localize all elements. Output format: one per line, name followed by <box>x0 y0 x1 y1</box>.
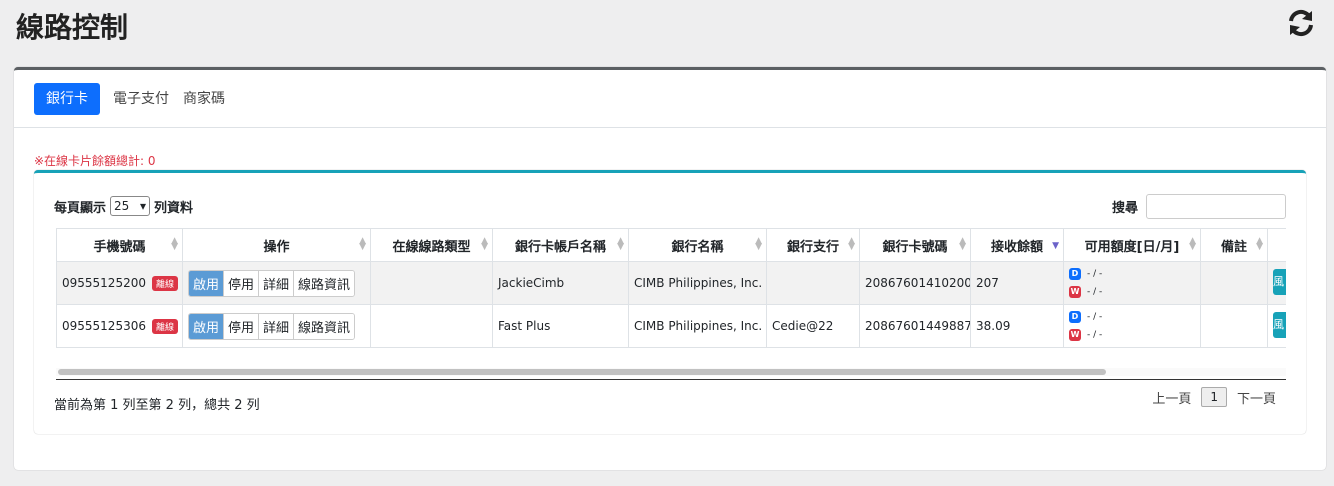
chevron-down-icon: ▾ <box>139 199 147 213</box>
sort-desc-icon: ▼ <box>1052 241 1059 251</box>
pagination: 上一頁 1 下一頁 <box>1142 387 1286 407</box>
table-bottom-border <box>56 379 1286 380</box>
sort-icon: ▲ ▼ <box>617 236 624 252</box>
enable-button[interactable]: 啟用 <box>189 270 225 296</box>
sort-icon: ▲ ▼ <box>359 236 366 252</box>
offline-badge: 離線 <box>151 275 178 291</box>
sort-icon: ▲ ▼ <box>755 236 762 252</box>
search-control: 搜尋 <box>1112 194 1286 219</box>
daily-limit: - / - <box>1087 312 1103 322</box>
cell-branch: Cedie@22 <box>766 304 860 348</box>
cell-extra: 風 <box>1267 304 1286 348</box>
disable-button[interactable]: 停用 <box>224 313 260 339</box>
table-info: 當前為第 1 列至第 2 列，總共 2 列 <box>54 398 260 413</box>
col-card-no[interactable]: 銀行卡號碼 ▲ ▼ <box>859 228 971 262</box>
tab-bar: 銀行卡 電子支付 商家碼 <box>34 83 232 115</box>
cell-line-type <box>370 304 493 348</box>
col-account-name[interactable]: 銀行卡帳戶名稱 ▲ ▼ <box>492 228 629 262</box>
col-branch[interactable]: 銀行支行 ▲ ▼ <box>766 228 860 262</box>
scrollbar-thumb[interactable] <box>58 369 1106 375</box>
cell-branch <box>766 261 860 305</box>
disable-button[interactable]: 停用 <box>224 270 260 296</box>
sort-icon: ▲ ▼ <box>959 236 966 252</box>
table-row: 09555125200 離線 啟用 停用 詳細 線路資訊 JackieCimb C… <box>56 261 1286 305</box>
current-page-button[interactable]: 1 <box>1201 387 1227 407</box>
cell-line-type <box>370 261 493 305</box>
cell-phone: 09555125306 離線 <box>56 304 183 348</box>
cell-limit: D - / - W - / - <box>1063 304 1201 348</box>
weekly-limit: - / - <box>1087 287 1103 297</box>
cell-actions: 啟用 停用 詳細 線路資訊 <box>182 261 371 305</box>
col-limit[interactable]: 可用額度[日/月] ▲ ▼ <box>1063 228 1201 262</box>
col-actions[interactable]: 操作 ▲ ▼ <box>182 228 371 262</box>
cell-note <box>1200 261 1268 305</box>
weekly-chip: W <box>1069 329 1081 341</box>
cell-card-no: 20867601449887 <box>859 304 971 348</box>
lines-table: 手機號碼 ▲ ▼ 操作 ▲ ▼ 在線線路類型 ▲ ▼ 銀行卡帳戶名稱 ▲ ▼ 銀行名稱 ▲ ▼ 銀行… <box>56 228 1286 348</box>
table-row: 09555125306 離線 啟用 停用 詳細 線路資訊 Fast Plus CI… <box>56 304 1286 348</box>
sort-icon: ▲ ▼ <box>1189 236 1196 252</box>
cell-bank-name: CIMB Philippines, Inc. <box>628 261 767 305</box>
main-card: 銀行卡 電子支付 商家碼 ※在線卡片餘額總計: 0 每頁顯示 25 ▾ 列資料 … <box>14 67 1326 470</box>
details-button[interactable]: 詳細 <box>259 270 295 296</box>
length-prefix: 每頁顯示 <box>54 200 107 216</box>
cell-account-name: JackieCimb <box>492 261 629 305</box>
tab-merchant-code[interactable]: 商家碼 <box>176 83 232 115</box>
page-length-value: 25 <box>114 199 130 213</box>
tab-bank-card[interactable]: 銀行卡 <box>34 83 100 115</box>
action-button-group: 啟用 停用 詳細 線路資訊 <box>188 269 356 297</box>
col-extra <box>1267 228 1286 262</box>
col-balance[interactable]: 接收餘額 ▼ <box>970 228 1064 262</box>
refresh-icon[interactable] <box>1286 8 1316 38</box>
sort-icon: ▲ ▼ <box>481 236 488 252</box>
divider <box>14 127 1326 128</box>
daily-limit: - / - <box>1087 269 1103 279</box>
page-title: 線路控制 <box>16 11 129 44</box>
length-suffix: 列資料 <box>154 200 194 216</box>
balance-total-note: ※在線卡片餘額總計: 0 <box>34 154 156 168</box>
horizontal-scrollbar[interactable] <box>56 368 1286 376</box>
col-bank-name[interactable]: 銀行名稱 ▲ ▼ <box>628 228 767 262</box>
sort-icon: ▲ ▼ <box>171 236 178 252</box>
col-note[interactable]: 備註 ▲ ▼ <box>1200 228 1268 262</box>
next-page-button[interactable]: 下一頁 <box>1227 388 1286 407</box>
weekly-chip: W <box>1069 286 1081 298</box>
table-panel: 每頁顯示 25 ▾ 列資料 搜尋 手機號碼 ▲ ▼ 操作 ▲ ▼ 在線線路類型 … <box>34 170 1306 434</box>
action-button-group: 啟用 停用 詳細 線路資訊 <box>188 312 356 340</box>
daily-chip: D <box>1069 311 1081 323</box>
risk-button[interactable]: 風 <box>1273 268 1286 295</box>
weekly-limit: - / - <box>1087 330 1103 340</box>
cell-actions: 啟用 停用 詳細 線路資訊 <box>182 304 371 348</box>
page-length-select[interactable]: 25 ▾ <box>110 196 151 216</box>
enable-button[interactable]: 啟用 <box>189 313 225 339</box>
search-input[interactable] <box>1146 194 1286 219</box>
page-length-control: 每頁顯示 25 ▾ 列資料 <box>54 196 193 216</box>
cell-extra: 風 <box>1267 261 1286 305</box>
details-button[interactable]: 詳細 <box>259 313 295 339</box>
daily-chip: D <box>1069 268 1081 280</box>
page-header: 線路控制 <box>0 0 1334 60</box>
cell-account-name: Fast Plus <box>492 304 629 348</box>
line-info-button[interactable]: 線路資訊 <box>294 313 355 339</box>
cell-balance: 38.09 <box>970 304 1064 348</box>
prev-page-button[interactable]: 上一頁 <box>1142 388 1201 407</box>
cell-bank-name: CIMB Philippines, Inc. <box>628 304 767 348</box>
tab-e-payment[interactable]: 電子支付 <box>106 83 176 115</box>
table-scroll-area: 手機號碼 ▲ ▼ 操作 ▲ ▼ 在線線路類型 ▲ ▼ 銀行卡帳戶名稱 ▲ ▼ 銀行名稱 ▲ ▼ 銀行… <box>56 228 1286 350</box>
risk-button[interactable]: 風 <box>1273 311 1286 338</box>
cell-limit: D - / - W - / - <box>1063 261 1201 305</box>
search-label: 搜尋 <box>1111 201 1138 216</box>
sort-icon: ▲ ▼ <box>848 236 855 252</box>
cell-note <box>1200 304 1268 348</box>
sort-icon: ▲ ▼ <box>1256 236 1263 252</box>
col-phone[interactable]: 手機號碼 ▲ ▼ <box>56 228 183 262</box>
line-info-button[interactable]: 線路資訊 <box>294 270 355 296</box>
cell-phone: 09555125200 離線 <box>56 261 183 305</box>
col-line-type[interactable]: 在線線路類型 ▲ ▼ <box>370 228 493 262</box>
cell-card-no: 20867601410200 <box>859 261 971 305</box>
cell-balance: 207 <box>970 261 1064 305</box>
offline-badge: 離線 <box>151 318 178 334</box>
